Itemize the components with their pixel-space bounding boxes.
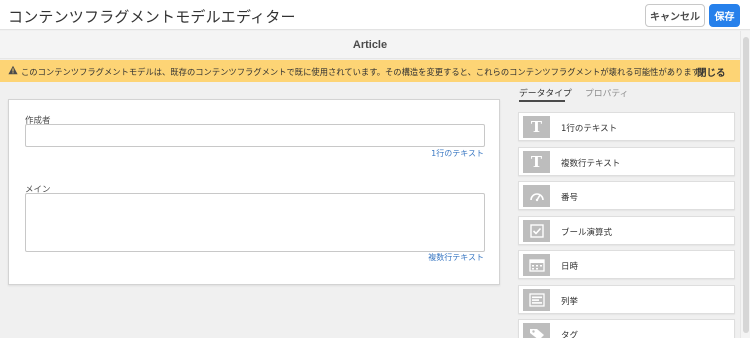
warning-icon [8, 65, 18, 79]
scrollbar[interactable] [740, 31, 750, 338]
datatype-boolean[interactable]: ブール演算式 [518, 215, 735, 245]
datatype-label: 1行のテキスト [561, 124, 618, 134]
datatype-label: 日時 [561, 262, 579, 272]
field-type-multi-line: 複数行テキスト [428, 253, 484, 262]
datatype-label: タグ [561, 331, 579, 338]
sidebar-tabs: データタイプ プロパティ [519, 86, 739, 102]
main-field[interactable] [25, 193, 485, 252]
datatype-label: ブール演算式 [561, 227, 613, 238]
tab-datatypes[interactable]: データタイプ [519, 86, 572, 99]
datatype-label: 列挙 [561, 296, 579, 307]
tab-properties[interactable]: プロパティ [585, 86, 628, 99]
model-editor-canvas: 作成者 1行のテキスト メイン 複数行テキスト [8, 99, 500, 285]
text-t-icon: T [523, 116, 550, 138]
datatype-list: T 1行のテキスト T 複数行テキスト 番号 ブール演算式 日時 列挙 タグ [518, 112, 735, 338]
scrollbar-thumb[interactable] [743, 37, 749, 333]
datatype-number[interactable]: 番号 [518, 181, 735, 210]
datatype-enumeration[interactable]: 列挙 [518, 284, 735, 314]
datatype-datetime[interactable]: 日時 [518, 250, 735, 279]
gauge-icon [523, 185, 550, 207]
datatype-tags[interactable]: タグ [518, 319, 735, 338]
calendar-icon [523, 254, 550, 276]
model-title: Article [352, 39, 388, 51]
checkbox-icon [523, 219, 550, 242]
list-icon [523, 288, 550, 311]
warning-text: このコンテンツフラグメントモデルは、既存のコンテンツフラグメントで既に使用されて… [21, 67, 708, 77]
datatype-multi-line-text[interactable]: T 複数行テキスト [518, 146, 735, 176]
datatype-single-line-text[interactable]: T 1行のテキスト [518, 112, 735, 141]
datatype-label: 番号 [561, 193, 579, 203]
warning-banner: このコンテンツフラグメントモデルは、既存のコンテンツフラグメントで既に使用されて… [0, 60, 740, 82]
save-button[interactable]: 保存 [709, 4, 740, 27]
model-title-bar: Article [0, 31, 740, 59]
active-tab-indicator [519, 100, 565, 102]
author-field[interactable] [25, 124, 485, 147]
app-title: コンテンツフラグメントモデルエディター [8, 8, 296, 26]
field-type-single-line: 1行のテキスト [431, 149, 484, 158]
text-t-icon: T [523, 150, 550, 173]
datatype-label: 複数行テキスト [561, 158, 621, 169]
warning-close-button[interactable]: 閉じる [697, 65, 726, 79]
cancel-button[interactable]: キャンセル [645, 4, 705, 27]
app-header: コンテンツフラグメントモデルエディター キャンセル 保存 [0, 0, 750, 30]
tag-icon [523, 323, 550, 338]
